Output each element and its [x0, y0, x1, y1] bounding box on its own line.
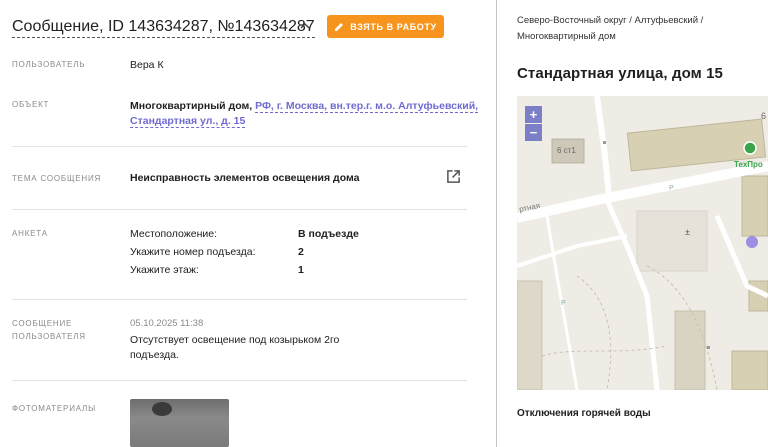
map-building [517, 280, 543, 390]
object-address-link-2[interactable]: Стандартная ул., д. 15 [130, 115, 246, 128]
survey-question: Укажите номер подъезда: [130, 246, 256, 258]
object-side-panel: Северо-Восточный округ / Алтуфьевский / … [497, 0, 768, 447]
map-parking-label: P [561, 300, 566, 307]
map-view[interactable]: ± + − 6 ст1 6 ТехПро ртная P P [517, 96, 768, 390]
object-value: Многоквартирный дом, РФ, г. Москва, вн.т… [130, 98, 479, 114]
topic-value: Неисправность элементов освещения дома [130, 172, 360, 184]
breadcrumb-line-2[interactable]: Многоквартирный дом [517, 29, 757, 45]
survey-answer: В подъезде [298, 228, 359, 240]
map-canvas: ± [517, 96, 768, 390]
user-label: ПОЛЬЗОВАТЕЛЬ [12, 60, 86, 69]
survey-answer: 2 [298, 246, 304, 258]
map-building [731, 350, 768, 390]
map-marker [707, 346, 710, 349]
chevron-up-icon[interactable] [300, 21, 310, 31]
message-label-line2: ПОЛЬЗОВАТЕЛЯ [12, 332, 86, 341]
map-parking-label: P [669, 185, 674, 192]
map-location-marker [746, 236, 758, 248]
map-building-label: 6 ст1 [557, 146, 576, 155]
map-poi-marker [743, 141, 757, 155]
zoom-in-button[interactable]: + [525, 106, 542, 123]
message-text-line1: Отсутствует освещение под козырьком 2го [130, 334, 340, 346]
survey-question: Местоположение: [130, 228, 218, 240]
open-external-icon[interactable] [446, 169, 461, 184]
divider [12, 146, 467, 147]
object-label: ОБЪЕКТ [12, 100, 50, 109]
pencil-icon [335, 22, 344, 31]
breadcrumb-line-1[interactable]: Северо-Восточный округ / Алтуфьевский / [517, 13, 757, 29]
photo-thumbnail[interactable] [130, 399, 229, 447]
topic-label: ТЕМА СООБЩЕНИЯ [12, 174, 102, 183]
divider [12, 299, 467, 300]
map-marker [603, 141, 606, 144]
divider [12, 380, 467, 381]
take-to-work-button[interactable]: ВЗЯТЬ В РАБОТУ [327, 15, 444, 38]
map-poi-label: ТехПро [734, 160, 763, 169]
survey-label: АНКЕТА [12, 229, 48, 238]
user-value: Вера К [130, 59, 164, 71]
message-date: 05.10.2025 11:38 [130, 318, 204, 329]
breadcrumb: Северо-Восточный округ / Алтуфьевский / … [517, 13, 757, 45]
zoom-out-button[interactable]: − [525, 124, 542, 141]
object-type: Многоквартирный дом, [130, 100, 253, 112]
survey-question: Укажите этаж: [130, 264, 199, 276]
object-address-row2: Стандартная ул., д. 15 [130, 113, 246, 129]
object-address-link-1[interactable]: РФ, г. Москва, вн.тер.г. м.о. Алтуфьевск… [255, 100, 479, 113]
hot-water-outages-title: Отключения горячей воды [517, 408, 651, 419]
map-building [674, 310, 706, 390]
map-building [741, 175, 768, 237]
map-building-label-2: 6 [761, 111, 767, 121]
request-details-panel: Сообщение, ID 143634287, №143634287 ВЗЯТ… [0, 0, 496, 447]
photos-label: ФОТОМАТЕРИАЛЫ [12, 404, 96, 413]
divider [12, 209, 467, 210]
take-to-work-label: ВЗЯТЬ В РАБОТУ [350, 21, 437, 32]
survey-answer: 1 [298, 264, 304, 276]
message-text-line2: подъезда. [130, 349, 179, 361]
request-title[interactable]: Сообщение, ID 143634287, №143634287 [12, 17, 315, 38]
message-label-line1: СООБЩЕНИЕ [12, 319, 73, 328]
object-title: Стандартная улица, дом 15 [517, 65, 723, 82]
photo-dark-spot [152, 402, 172, 416]
map-poi-symbol: ± [685, 227, 690, 237]
